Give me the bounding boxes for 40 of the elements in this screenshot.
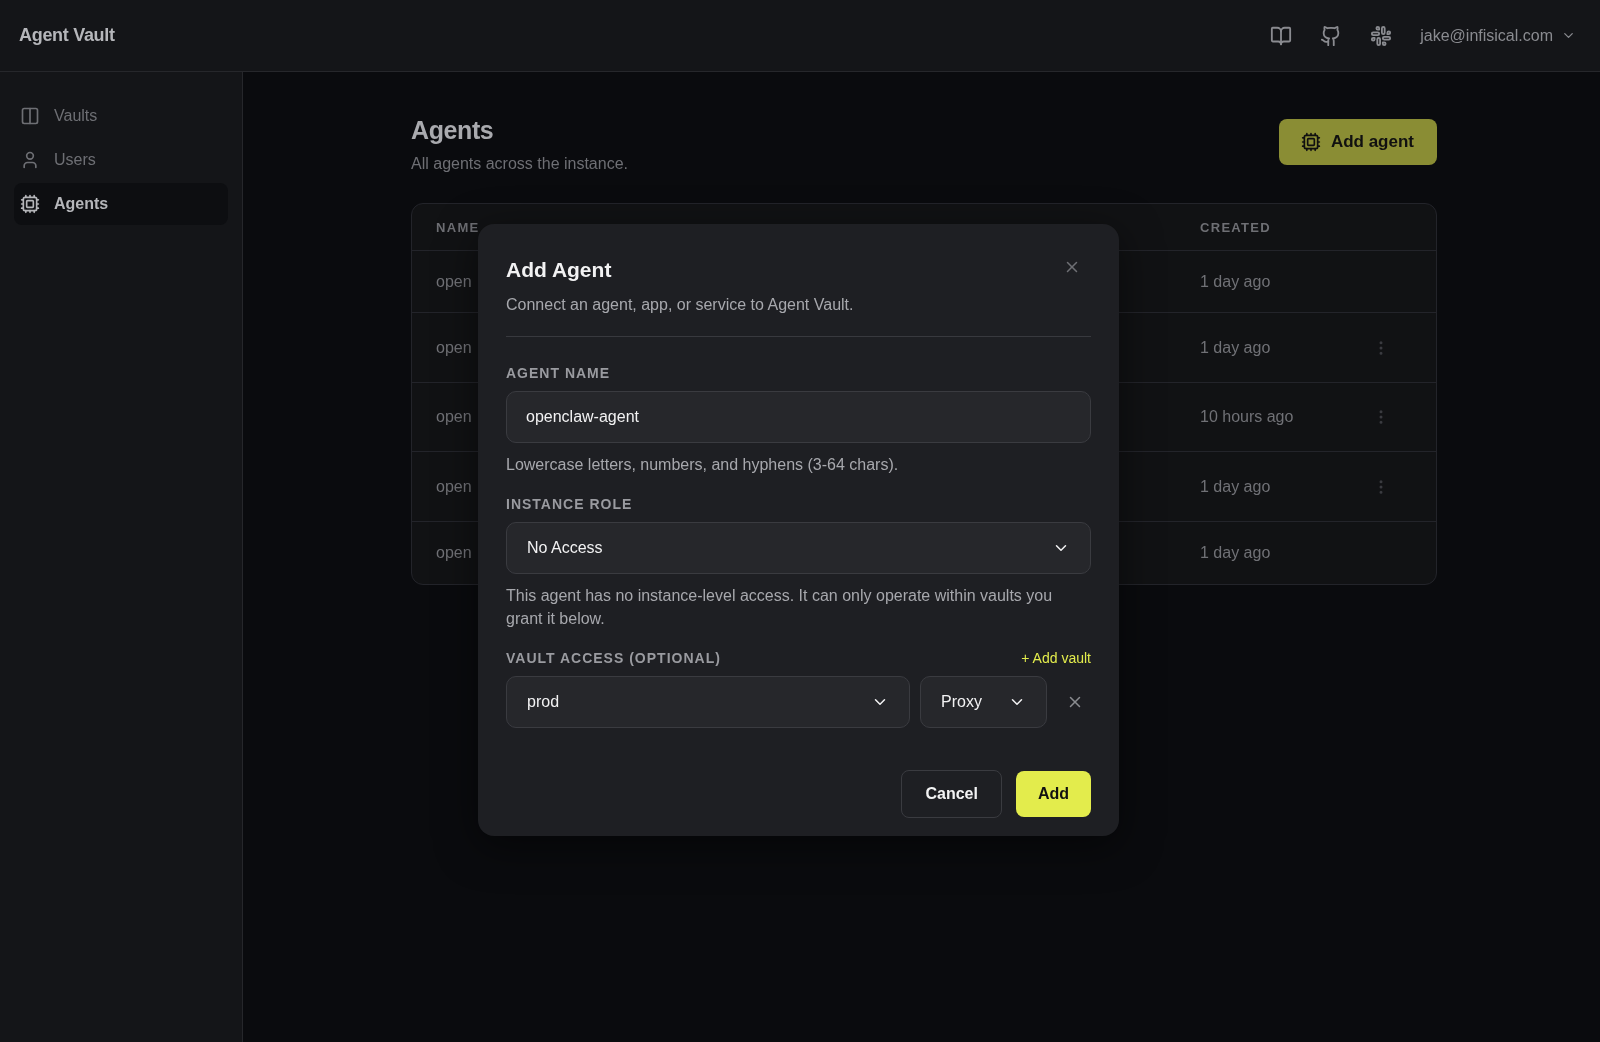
table-cell: open [436, 272, 472, 291]
sidebar-item[interactable]: Vaults [14, 95, 228, 137]
table-cell: open [436, 408, 472, 426]
sidebar-item[interactable]: Users [14, 139, 228, 181]
permission-select[interactable]: Proxy [920, 676, 1047, 728]
add-agent-button[interactable]: Add agent [1278, 119, 1437, 165]
dialog-description: Connect an agent, app, or service to Agent Vault. [506, 296, 1091, 337]
user-icon [20, 150, 40, 170]
table-cell: open [436, 338, 472, 357]
brand-title: Agent Vault [19, 25, 116, 46]
table-cell: 10 hours ago [1200, 408, 1294, 426]
agent-name-field[interactable]: openclaw-agent [506, 391, 1091, 443]
table-cell: 1 day ago [1200, 272, 1271, 291]
chip-icon [1300, 132, 1321, 152]
table-cell: 1 day ago [1200, 477, 1271, 496]
field-label: VAULT ACCESS (OPTIONAL) [506, 650, 721, 666]
field-hint: Lowercase letters, numbers, and hyphens (3-64 chars). [506, 455, 900, 475]
role-select[interactable]: No Access [506, 522, 1091, 574]
page-subtitle: All agents across the instance. [411, 155, 628, 173]
table-cell: 1 day ago [1200, 338, 1271, 357]
page-title: Agents [411, 116, 495, 145]
book-icon[interactable] [1270, 24, 1293, 47]
table-cell: 1 day ago [1200, 544, 1271, 562]
slack-icon[interactable] [1370, 24, 1393, 47]
table-cell: open [436, 544, 472, 562]
vault-select[interactable]: prod [506, 676, 910, 728]
user-menu[interactable]: jake@infisical.com [1420, 26, 1576, 45]
add-button[interactable]: Add [1015, 771, 1091, 817]
table-cell: open [436, 477, 472, 496]
add-vault-link[interactable]: + Add vault [1021, 650, 1091, 666]
cancel-button[interactable]: Cancel [901, 770, 1002, 818]
column-header: CREATED [1200, 219, 1272, 235]
chip-icon [20, 194, 40, 214]
field-label: INSTANCE ROLE [506, 496, 633, 512]
field-label: AGENT NAME [506, 365, 611, 381]
field-hint: This agent has no instance-level access. It can only operate within vaults you grant it below. [506, 586, 1054, 629]
columns-icon [20, 106, 40, 126]
column-header: NAME [436, 219, 481, 235]
sidebar-item[interactable]: Agents [14, 183, 228, 225]
dialog-title: Add Agent [506, 258, 612, 282]
